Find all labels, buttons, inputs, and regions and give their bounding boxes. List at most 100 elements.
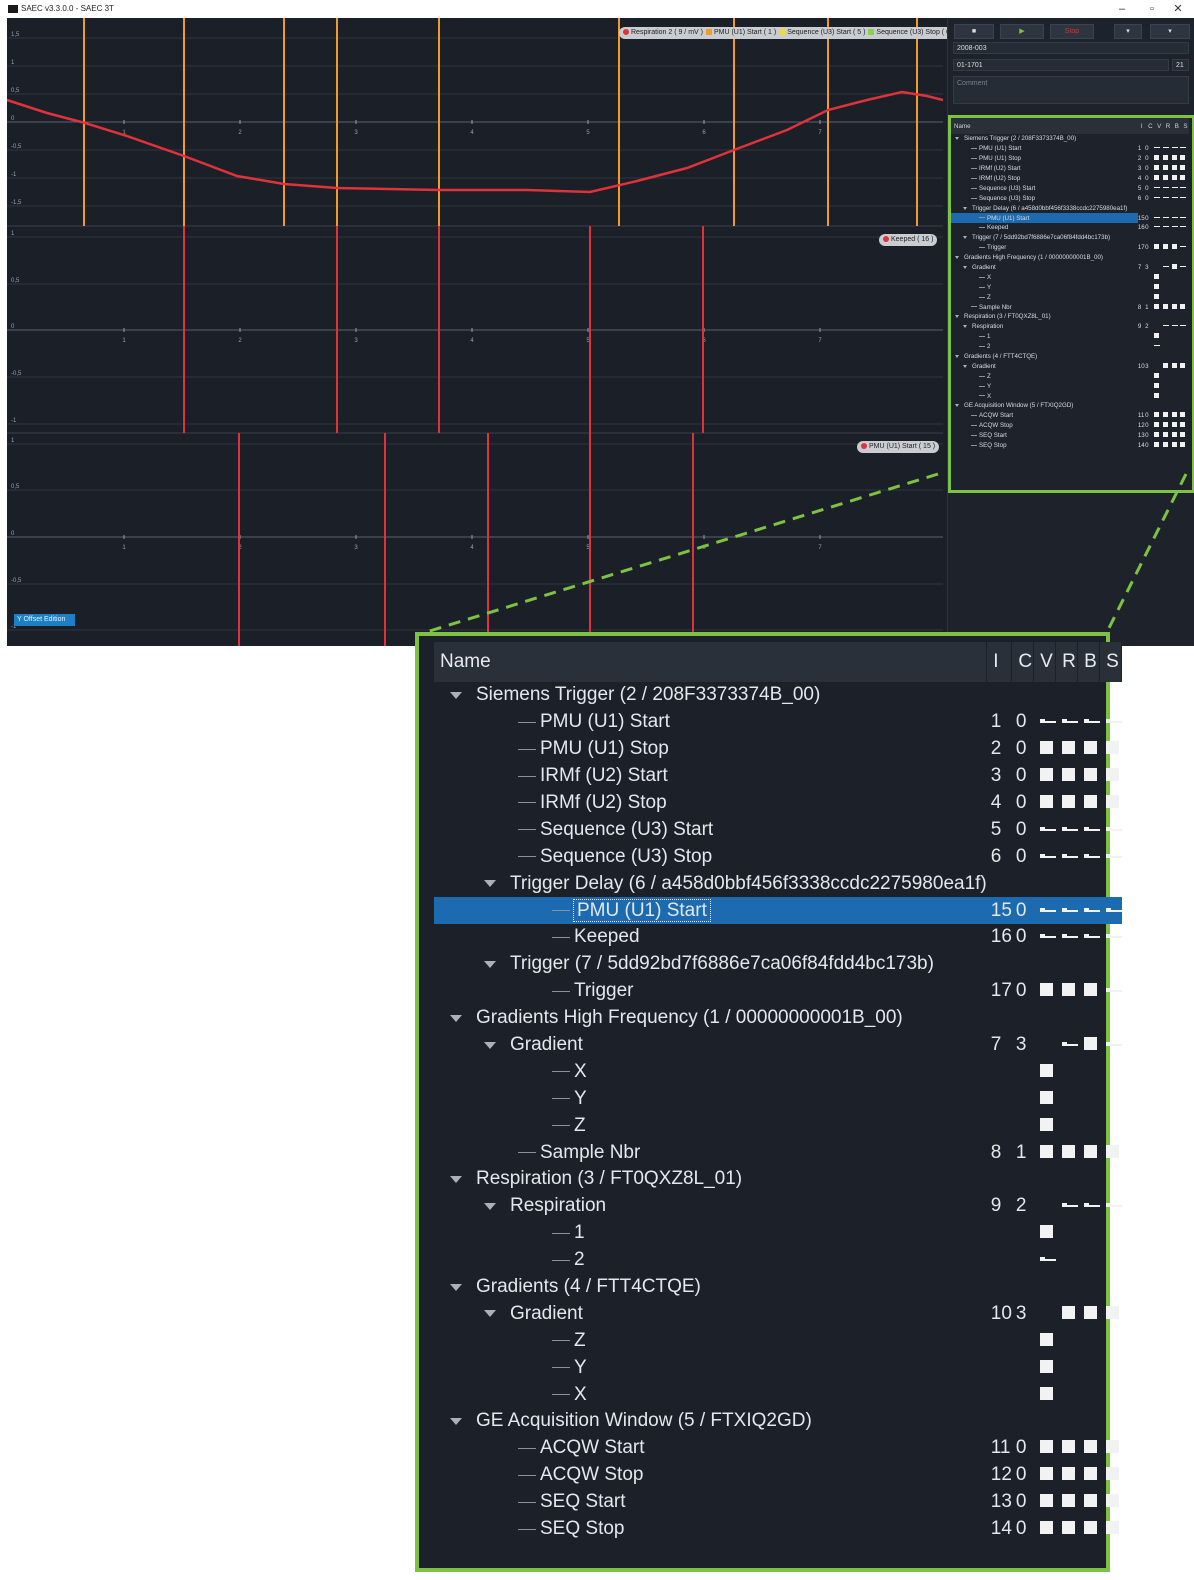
checkbox-icon[interactable] [1039,1117,1053,1131]
tree-row[interactable]: PMU (U1) Stop 2 0 [434,736,1122,763]
pointer-icon[interactable] [1171,216,1178,218]
pointer-icon[interactable] [1180,325,1187,327]
checkbox-icon[interactable] [1162,244,1168,250]
tree-row[interactable]: PMU (U1) Start 1 0 [434,709,1122,736]
column-header-i[interactable]: I [986,642,1013,682]
checkbox-icon[interactable] [1061,983,1075,997]
column-header-s[interactable]: S [1180,118,1189,134]
pointer-icon[interactable] [1154,196,1161,198]
checkbox-icon[interactable] [1154,165,1160,171]
checkbox-icon[interactable] [1154,412,1160,418]
checkbox-icon[interactable] [1162,303,1168,309]
pointer-icon[interactable] [1105,988,1122,993]
tree-row[interactable]: Trigger 17 0 [951,243,1189,253]
column-header-r[interactable]: R [1055,642,1079,682]
checkbox-icon[interactable] [1083,1494,1097,1508]
pointer-icon[interactable] [1039,826,1056,831]
checkbox-icon[interactable] [1039,1225,1053,1239]
tree-row[interactable]: Sequence (U3) Start 5 0 [951,183,1189,193]
tree-row[interactable]: Trigger Delay (6 / a458d0bbf456f3338ccdc… [434,870,1122,897]
tree-row[interactable]: ACQW Start 11 0 [434,1435,1122,1462]
y-offset-edition-button[interactable]: Y Offset Edition [14,614,75,626]
checkbox-icon[interactable] [1039,1521,1053,1535]
pointer-icon[interactable] [1083,719,1100,724]
tree-row[interactable]: PMU (U1) Start 1 0 [951,144,1189,154]
pointer-icon[interactable] [1061,826,1078,831]
tree-row[interactable]: X [434,1381,1122,1408]
checkbox-icon[interactable] [1171,155,1177,161]
checkbox-icon[interactable] [1171,432,1177,438]
checkbox-icon[interactable] [1105,1440,1119,1454]
checkbox-icon[interactable] [1105,741,1119,755]
pointer-icon[interactable] [1154,147,1161,149]
checkbox-icon[interactable] [1083,1467,1097,1481]
tree-row[interactable]: Gradients (4 / FTT4CTQE) [951,352,1189,362]
checkbox-icon[interactable] [1162,155,1168,161]
checkbox-icon[interactable] [1180,165,1186,171]
checkbox-icon[interactable] [1154,244,1160,250]
tree-row[interactable]: Trigger (7 / 5dd92bd7f6886e7ca06f84fdd4b… [434,951,1122,978]
pointer-icon[interactable] [1162,266,1169,268]
tree-row[interactable]: Y [434,1354,1122,1381]
checkbox-icon[interactable] [1039,1494,1053,1508]
tree-row[interactable]: Z [434,1327,1122,1354]
checkbox-icon[interactable] [1105,1521,1119,1535]
tree-row[interactable]: X [951,391,1189,401]
expand-arrow-icon[interactable] [955,137,959,141]
tree-row[interactable]: ACQW Start 11 0 [951,411,1189,421]
tree-row[interactable]: X [951,272,1189,282]
dropdown-button[interactable]: ▾ [1114,24,1142,39]
stop-button[interactable]: Stop [1050,24,1094,39]
tree-row[interactable]: Sequence (U3) Start 5 0 [434,816,1122,843]
tree-row[interactable]: Y [434,1085,1122,1112]
tree-row[interactable]: 2 [434,1247,1122,1274]
expand-arrow-icon[interactable] [963,265,967,269]
pointer-icon[interactable] [1083,1203,1100,1208]
checkbox-icon[interactable] [1180,303,1186,309]
tree-row[interactable]: IRMf (U2) Start 3 0 [434,763,1122,790]
pointer-icon[interactable] [1039,853,1056,858]
column-header-b[interactable]: B [1171,118,1181,134]
tree-row[interactable]: Trigger Delay (6 / a458d0bbf456f3338ccdc… [951,203,1189,213]
play-button[interactable]: ▶ [1000,24,1044,39]
checkbox-icon[interactable] [1154,283,1160,289]
checkbox-icon[interactable] [1171,422,1177,428]
checkbox-icon[interactable] [1039,1386,1053,1400]
column-header-name[interactable]: Name [434,642,988,682]
pointer-icon[interactable] [1039,1257,1056,1262]
expand-arrow-icon[interactable] [450,1283,462,1291]
pointer-icon[interactable] [1180,196,1187,198]
checkbox-icon[interactable] [1083,1144,1097,1158]
pointer-icon[interactable] [1171,147,1178,149]
pointer-icon[interactable] [1061,934,1078,939]
pointer-icon[interactable] [1180,266,1187,268]
column-header-r[interactable]: R [1162,118,1172,134]
tree-row[interactable]: Y [951,381,1189,391]
checkbox-icon[interactable] [1162,432,1168,438]
legend-keeped[interactable]: Keeped ( 16 ) [879,234,938,246]
pointer-icon[interactable] [1105,853,1122,858]
pointer-icon[interactable] [1171,226,1178,228]
tree-row[interactable]: 2 [951,342,1189,352]
tree-row[interactable]: Gradients High Frequency (1 / 0000000000… [951,253,1189,263]
pointer-icon[interactable] [1162,216,1169,218]
pointer-icon[interactable] [1180,216,1187,218]
tree-row[interactable]: SEQ Start 13 0 [951,431,1189,441]
tree-row[interactable]: Z [434,1112,1122,1139]
expand-arrow-icon[interactable] [484,960,496,968]
tree-row[interactable]: Respiration 9 2 [951,322,1189,332]
checkbox-icon[interactable] [1039,1332,1053,1346]
tree-row[interactable]: Sequence (U3) Stop 6 0 [951,193,1189,203]
tree-row[interactable]: Gradient 10 3 [434,1300,1122,1327]
checkbox-icon[interactable] [1162,442,1168,448]
pointer-icon[interactable] [1061,1203,1078,1208]
pointer-icon[interactable] [1039,907,1056,912]
tree-row[interactable]: Sequence (U3) Stop 6 0 [434,843,1122,870]
pointer-icon[interactable] [1171,325,1178,327]
pointer-icon[interactable] [1083,853,1100,858]
checkbox-icon[interactable] [1039,1359,1053,1373]
subject-suffix-field[interactable]: 21 [1172,59,1189,71]
checkbox-icon[interactable] [1061,1144,1075,1158]
checkbox-icon[interactable] [1162,362,1168,368]
record-button[interactable]: ■ [954,24,994,39]
